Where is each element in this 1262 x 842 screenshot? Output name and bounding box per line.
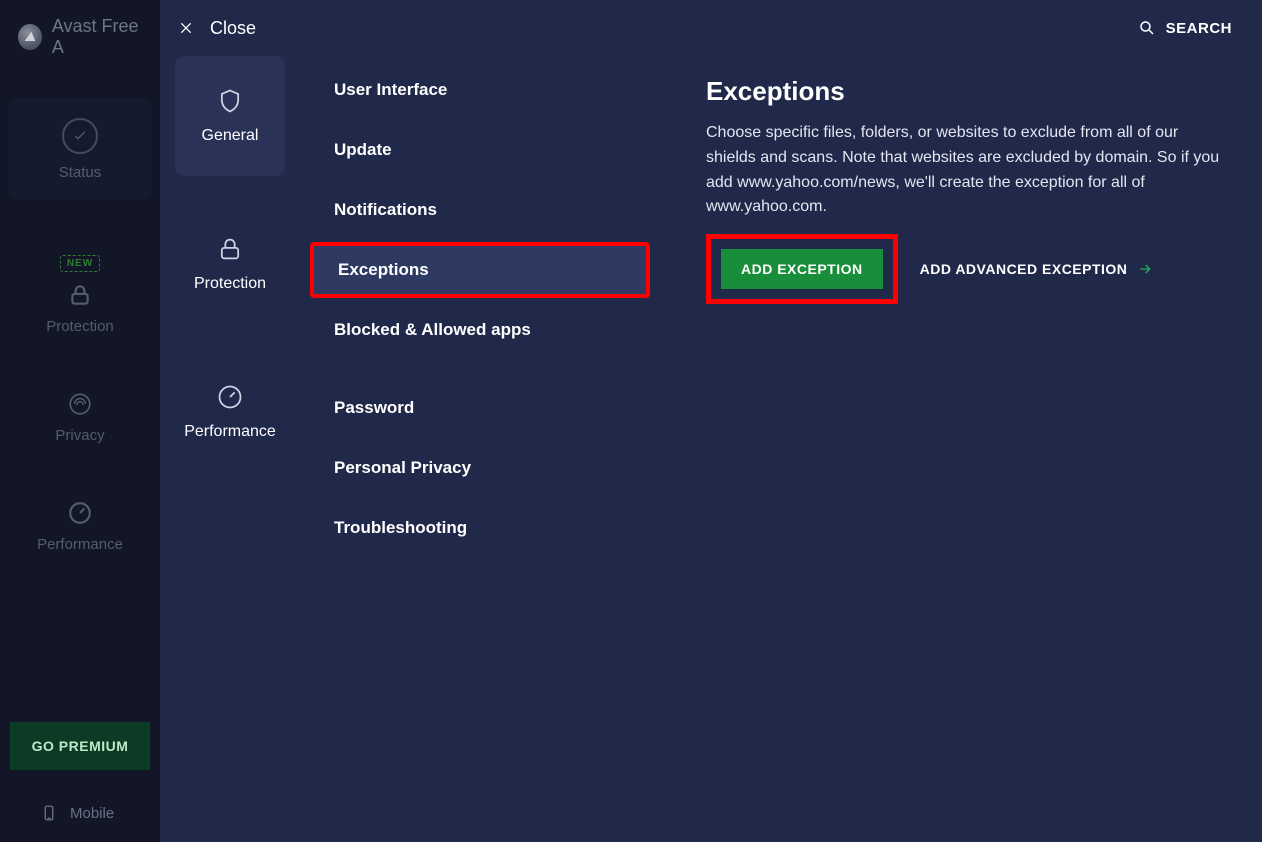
category-protection[interactable]: Protection (175, 204, 285, 324)
gauge-icon (216, 383, 244, 411)
app-title-row: Avast Free A (0, 0, 160, 68)
avast-logo-icon (18, 24, 42, 50)
nav-status[interactable]: Status (8, 98, 152, 199)
submenu-blocked-label: Blocked & Allowed apps (334, 320, 531, 339)
submenu-update-label: Update (334, 140, 392, 159)
submenu-troubleshoot[interactable]: Troubleshooting (310, 500, 650, 556)
close-label: Close (210, 18, 256, 39)
submenu-password[interactable]: Password (310, 380, 650, 436)
nav-privacy[interactable]: Privacy (10, 391, 150, 444)
category-protection-label: Protection (194, 275, 266, 293)
category-performance-label: Performance (184, 423, 276, 441)
search-label: SEARCH (1166, 20, 1232, 37)
nav-column: Status NEW Protection Privacy Performanc… (0, 98, 160, 553)
submenu-troubleshoot-label: Troubleshooting (334, 518, 467, 537)
new-badge: NEW (60, 255, 100, 272)
go-premium-button[interactable]: GO PREMIUM (10, 722, 150, 770)
nav-protection[interactable]: NEW Protection (10, 255, 150, 335)
category-general[interactable]: General (175, 56, 285, 176)
submenu-exceptions-label: Exceptions (338, 260, 429, 279)
action-row: ADD EXCEPTION ADD ADVANCED EXCEPTION (706, 234, 1232, 304)
submenu-exceptions[interactable]: Exceptions (310, 242, 650, 298)
submenu-user-interface[interactable]: User Interface (310, 62, 650, 118)
mobile-label: Mobile (70, 805, 114, 822)
submenu-ui-label: User Interface (334, 80, 447, 99)
close-button[interactable]: Close (178, 18, 256, 39)
nav-privacy-label: Privacy (55, 427, 104, 444)
arrow-right-icon (1137, 261, 1153, 277)
close-icon (178, 20, 194, 36)
app-title: Avast Free A (52, 16, 146, 58)
submenu-privacy[interactable]: Personal Privacy (310, 440, 650, 496)
shield-icon (216, 87, 244, 115)
settings-header: Close SEARCH (160, 0, 1262, 56)
submenu-privacy-label: Personal Privacy (334, 458, 471, 477)
settings-submenu: User Interface Update Notifications Exce… (300, 62, 650, 556)
search-button[interactable]: SEARCH (1138, 19, 1232, 37)
nav-status-label: Status (59, 164, 102, 181)
app-sidebar: Avast Free A Status NEW Protection Priva… (0, 0, 160, 842)
category-performance[interactable]: Performance (175, 352, 285, 472)
settings-main: Exceptions Choose specific files, folder… (706, 76, 1232, 304)
nav-performance-label: Performance (37, 536, 123, 553)
add-exception-button[interactable]: ADD EXCEPTION (721, 249, 883, 289)
submenu-notifications-label: Notifications (334, 200, 437, 219)
nav-performance[interactable]: Performance (10, 500, 150, 553)
add-advanced-label: ADD ADVANCED EXCEPTION (920, 261, 1128, 277)
page-description: Choose specific files, folders, or websi… (706, 121, 1232, 220)
mobile-button[interactable]: Mobile (0, 784, 160, 842)
submenu-update[interactable]: Update (310, 122, 650, 178)
page-title: Exceptions (706, 76, 1232, 107)
submenu-notifications[interactable]: Notifications (310, 182, 650, 238)
lock-icon (67, 282, 93, 308)
search-icon (1138, 19, 1156, 37)
highlight-frame: ADD EXCEPTION (706, 234, 898, 304)
settings-panel: Close SEARCH General Protection Performa… (160, 0, 1262, 842)
go-premium-label: GO PREMIUM (32, 738, 129, 754)
lock-icon (216, 235, 244, 263)
submenu-blocked-apps[interactable]: Blocked & Allowed apps (310, 302, 650, 358)
category-general-label: General (202, 127, 259, 145)
check-circle-icon (62, 118, 98, 154)
mobile-icon (40, 804, 58, 822)
settings-categories: General Protection Performance (170, 56, 290, 472)
fingerprint-icon (67, 391, 93, 417)
gauge-icon (67, 500, 93, 526)
nav-protection-label: Protection (46, 318, 114, 335)
add-advanced-exception-button[interactable]: ADD ADVANCED EXCEPTION (920, 261, 1154, 277)
add-exception-label: ADD EXCEPTION (741, 261, 863, 277)
submenu-password-label: Password (334, 398, 414, 417)
